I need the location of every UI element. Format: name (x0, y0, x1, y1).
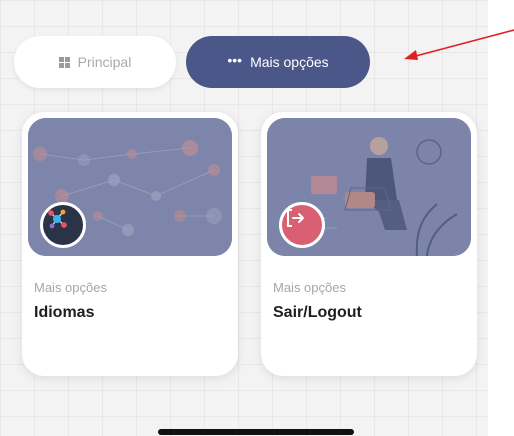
more-dots-icon: ••• (227, 52, 243, 68)
tab-mais-opcoes-label: Mais opções (250, 54, 329, 70)
tab-principal-label: Principal (77, 54, 132, 70)
card-subtitle: Mais opções (34, 280, 107, 295)
card-title: Sair/Logout (273, 304, 362, 321)
arrow-left-icon (404, 29, 514, 60)
card-idiomas[interactable]: Mais opções Idiomas (22, 112, 238, 376)
card-title: Idiomas (34, 304, 95, 321)
language-network-icon (40, 202, 86, 248)
card-image-idiomas (28, 118, 232, 256)
card-sair-logout[interactable]: Mais opções Sair/Logout (261, 112, 477, 376)
tab-mais-opcoes[interactable]: ••• Mais opções (186, 36, 370, 88)
logout-icon (279, 202, 325, 248)
card-image-logout (267, 118, 471, 256)
home-indicator[interactable] (158, 429, 354, 435)
grid-icon (58, 56, 70, 68)
card-subtitle: Mais opções (273, 280, 346, 295)
tab-principal[interactable]: Principal (14, 36, 176, 88)
